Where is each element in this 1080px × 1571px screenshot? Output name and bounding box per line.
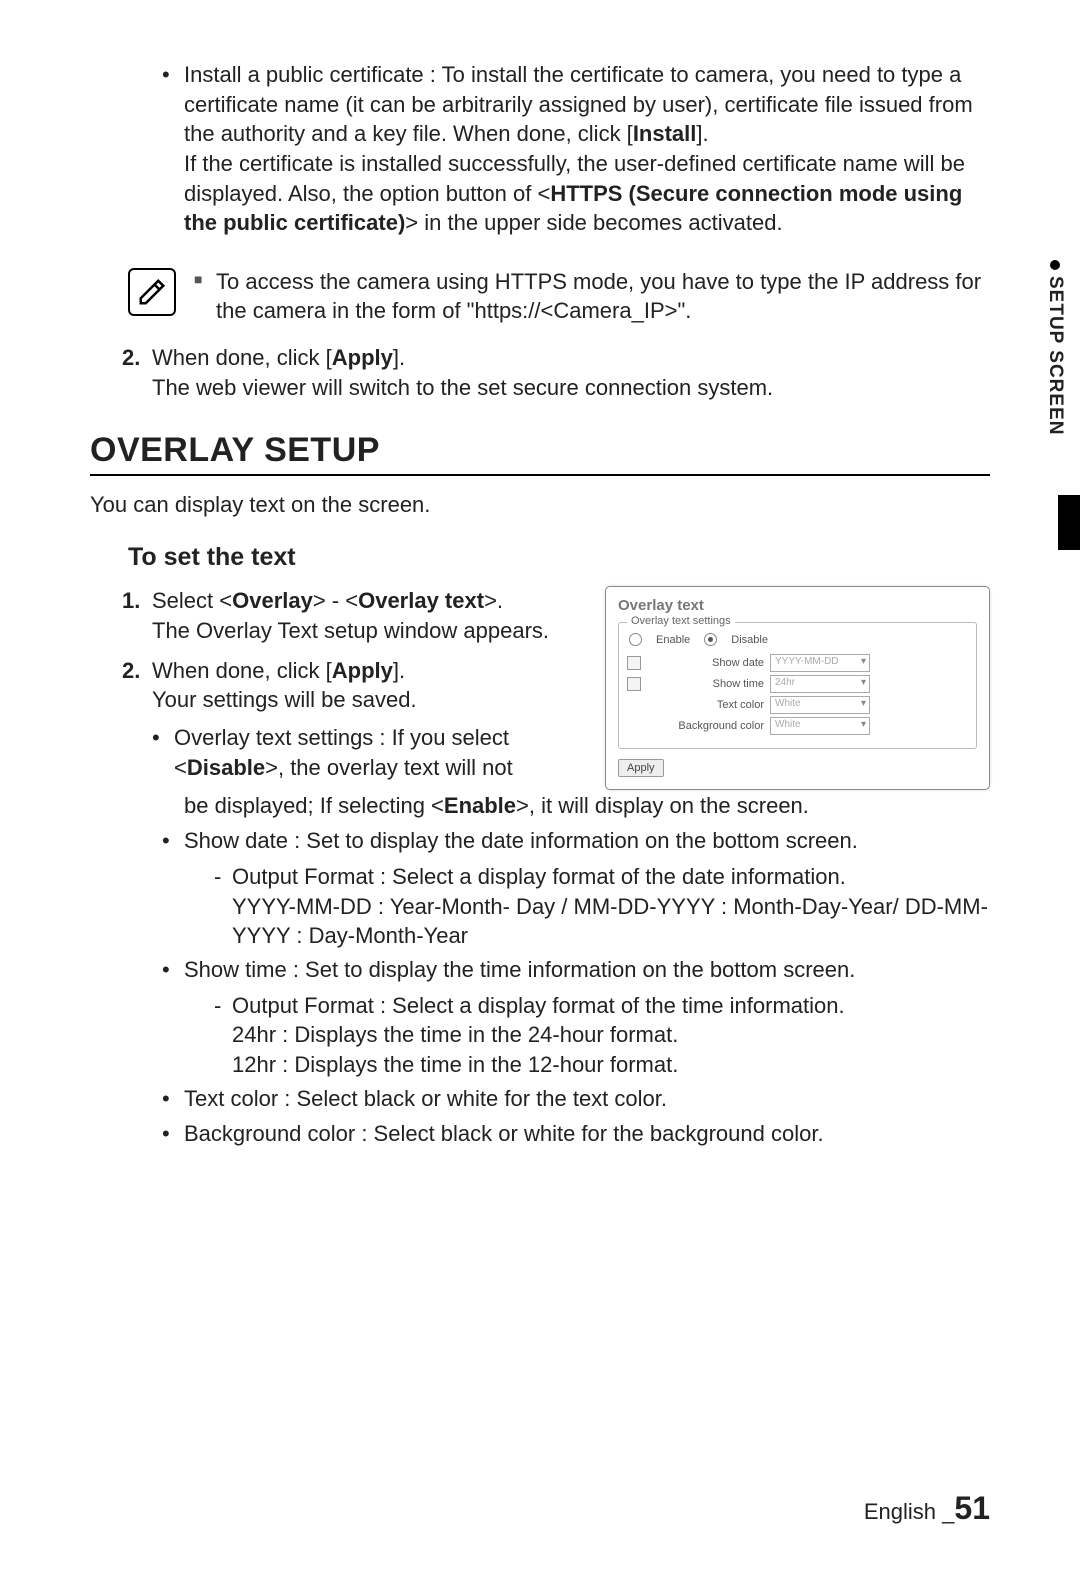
radio-disable[interactable] [704,633,717,646]
overlay-bold: Overlay [232,588,313,613]
text: When done, click [ [152,345,332,370]
step-1: Select <Overlay> - <Overlay text>. The O… [122,586,585,645]
text: Select < [152,588,232,613]
section-title: OVERLAY SETUP [90,431,990,476]
top-step-2: When done, click [Apply]. The web viewer… [122,343,990,402]
bullet-overlay-text-settings: Overlay text settings : If you select <D… [152,723,585,782]
side-tab: SETUP SCREEN [1044,260,1066,435]
text: > - < [313,588,358,613]
show-time-output-format: Output Format : Select a display format … [214,991,990,1080]
text-color-label: Text color [649,699,770,711]
bg-color-select[interactable]: White [770,717,870,735]
side-tab-label: SETUP SCREEN [1045,276,1066,435]
text: >, the overlay text will not [265,755,513,780]
panel-title: Overlay text [618,597,977,614]
top-bullet: Install a public certificate : To instal… [162,60,990,238]
show-time-select[interactable]: 24hr [770,675,870,693]
text: >, it will display on the screen. [516,793,809,818]
text: Install a public certificate : To instal… [184,62,973,146]
thumb-tab [1058,495,1080,550]
text: be displayed; If selecting < [184,793,444,818]
fieldset-legend: Overlay text settings [627,615,735,627]
text: When done, click [ [152,658,332,683]
apply-button[interactable]: Apply [618,759,664,777]
page-number: 51 [954,1490,990,1526]
note-icon [128,268,176,316]
show-date-label: Show date [649,657,770,669]
install-bold: Install [633,121,697,146]
bullet-show-date: Show date : Set to display the date info… [162,826,990,856]
show-date-output-format: Output Format : Select a display format … [214,862,990,951]
apply-bold: Apply [332,658,393,683]
side-tab-dot [1050,260,1060,270]
overlay-text-bold: Overlay text [358,588,484,613]
bullet-show-time: Show time : Set to display the time info… [162,955,990,985]
checkbox-show-time[interactable] [627,677,641,691]
enable-bold: Enable [444,793,516,818]
bg-color-label: Background color [649,720,770,732]
note-text: To access the camera using HTTPS mode, y… [194,268,990,325]
disable-label: Disable [731,634,768,646]
apply-bold: Apply [332,345,393,370]
subsection-title: To set the text [128,543,990,572]
show-date-select[interactable]: YYYY-MM-DD [770,654,870,672]
disable-bold: Disable [187,755,265,780]
checkbox-show-date[interactable] [627,656,641,670]
radio-enable[interactable] [629,633,642,646]
footer-lang: English [864,1499,936,1524]
page-footer: English _51 [864,1490,990,1527]
overlay-text-panel: Overlay text Overlay text settings Enabl… [605,586,990,790]
show-time-label: Show time [649,678,770,690]
bullet-bg-color: Background color : Select black or white… [162,1119,990,1149]
step-2: When done, click [Apply]. Your settings … [122,656,585,783]
footer-sep: _ [942,1499,954,1524]
text: > in the upper side becomes activated. [405,210,782,235]
section-intro: You can display text on the screen. [90,490,990,520]
enable-label: Enable [656,634,690,646]
text-color-select[interactable]: White [770,696,870,714]
bullet-text-color: Text color : Select black or white for t… [162,1084,990,1114]
